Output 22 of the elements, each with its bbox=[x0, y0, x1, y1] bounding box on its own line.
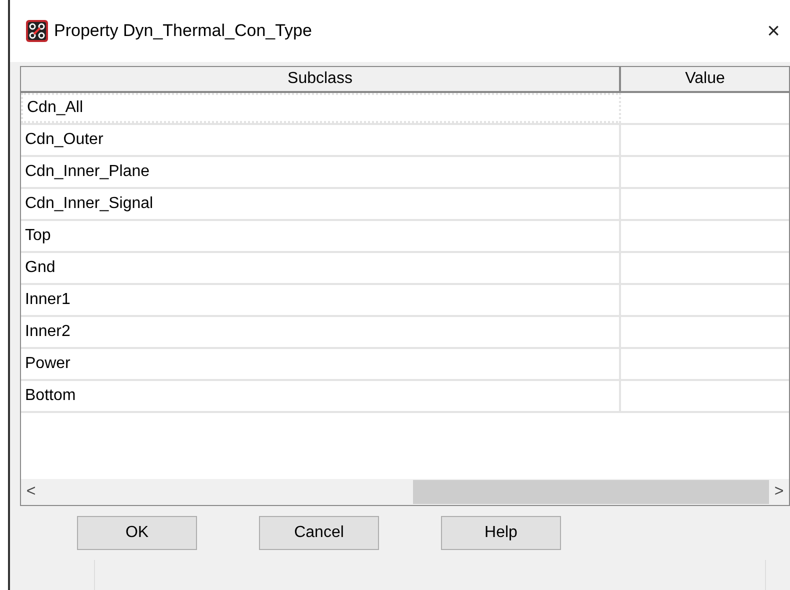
subclass-cell[interactable]: Cdn_Outer bbox=[21, 125, 621, 155]
subclass-cell[interactable]: Cdn_Inner_Signal bbox=[21, 189, 621, 219]
column-header[interactable]: Subclass bbox=[21, 67, 621, 91]
dialog-button[interactable]: OK bbox=[77, 516, 197, 550]
subclass-cell[interactable]: Gnd bbox=[21, 253, 621, 283]
subclass-cell[interactable]: Inner1 bbox=[21, 285, 621, 315]
close-button[interactable]: × bbox=[763, 20, 784, 42]
scroll-left-button[interactable]: < bbox=[21, 480, 41, 504]
scroll-right-button[interactable]: > bbox=[769, 480, 789, 504]
subclass-cell[interactable]: Inner2 bbox=[21, 317, 621, 347]
app-logo-icon bbox=[26, 20, 48, 42]
subclass-cell[interactable]: Power bbox=[21, 349, 621, 379]
window-title: Property Dyn_Thermal_Con_Type bbox=[54, 20, 312, 42]
scrollbar-thumb[interactable] bbox=[413, 480, 769, 504]
column-header[interactable]: Value bbox=[621, 67, 789, 91]
subclass-cell[interactable]: Top bbox=[21, 221, 621, 251]
subclass-cell[interactable]: Cdn_All bbox=[21, 93, 621, 123]
subclass-cell[interactable]: Bottom bbox=[21, 381, 621, 411]
subclass-cell[interactable]: Cdn_Inner_Plane bbox=[21, 157, 621, 187]
dialog-button[interactable]: Help bbox=[441, 516, 561, 550]
dialog-button[interactable]: Cancel bbox=[259, 516, 379, 550]
horizontal-scrollbar[interactable]: < > bbox=[21, 479, 789, 505]
